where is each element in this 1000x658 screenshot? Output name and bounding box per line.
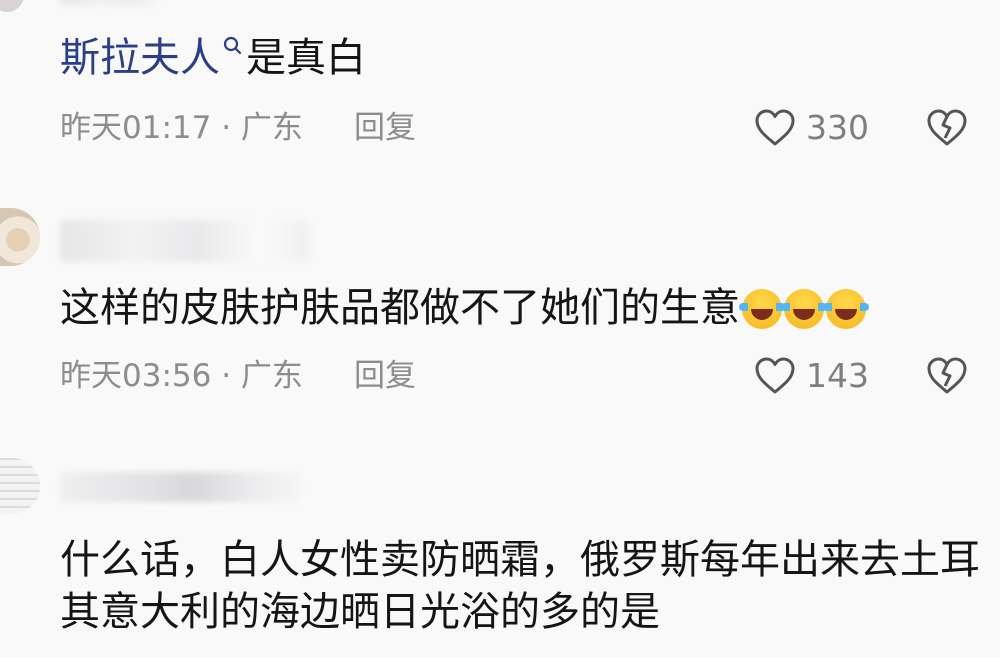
broken-heart-icon[interactable] <box>926 108 968 148</box>
search-icon[interactable] <box>222 35 244 57</box>
timestamp: 昨天03:56 <box>60 358 212 394</box>
meta-separator: · <box>221 110 241 146</box>
comment-meta: 昨天03:56 · 广东 <box>60 358 303 394</box>
broken-heart-icon[interactable] <box>926 356 968 396</box>
like-count: 143 <box>806 356 869 395</box>
comment-text-content: 这样的皮肤护肤品都做不了她们的生意 <box>60 285 740 331</box>
comment-text: 是真白 <box>246 35 366 81</box>
comment-1: 斯拉夫人 是真白 昨天01:17 · 广东 回复 330 <box>0 0 1000 170</box>
comment-meta: 昨天01:17 · 广东 <box>60 110 303 146</box>
laughing-crying-emoji <box>823 289 869 329</box>
comment-text-line-2: 其意大利的海边晒日光浴的多的是 <box>60 589 660 635</box>
comment-1-body: 斯拉夫人 是真白 <box>60 34 366 82</box>
reply-button[interactable]: 回复 <box>354 358 416 394</box>
laughing-crying-emoji <box>781 289 827 329</box>
timestamp: 昨天01:17 <box>60 110 212 146</box>
comment-text: 这样的皮肤护肤品都做不了她们的生意 <box>60 284 869 332</box>
location: 广东 <box>240 358 303 394</box>
username-blurred <box>60 472 300 502</box>
heart-outline-icon[interactable] <box>754 108 796 148</box>
avatar[interactable] <box>0 458 40 514</box>
comment-3: 什么话，白人女性卖防晒霜，俄罗斯每年出来去土耳 其意大利的海边晒日光浴的多的是 <box>0 440 1000 658</box>
location: 广东 <box>240 110 303 146</box>
comment-2: 这样的皮肤护肤品都做不了她们的生意 昨天03:56 · 广东 回复 143 <box>0 200 1000 410</box>
reply-button[interactable]: 回复 <box>354 110 416 146</box>
username-blurred <box>60 220 310 262</box>
mention-link[interactable]: 斯拉夫人 <box>60 35 220 81</box>
laughing-crying-emoji <box>739 289 785 329</box>
heart-outline-icon[interactable] <box>754 356 796 396</box>
comment-text-line-1: 什么话，白人女性卖防晒霜，俄罗斯每年出来去土耳 <box>60 537 980 583</box>
meta-separator: · <box>221 358 241 394</box>
avatar[interactable] <box>0 208 40 266</box>
like-count: 330 <box>806 108 869 147</box>
